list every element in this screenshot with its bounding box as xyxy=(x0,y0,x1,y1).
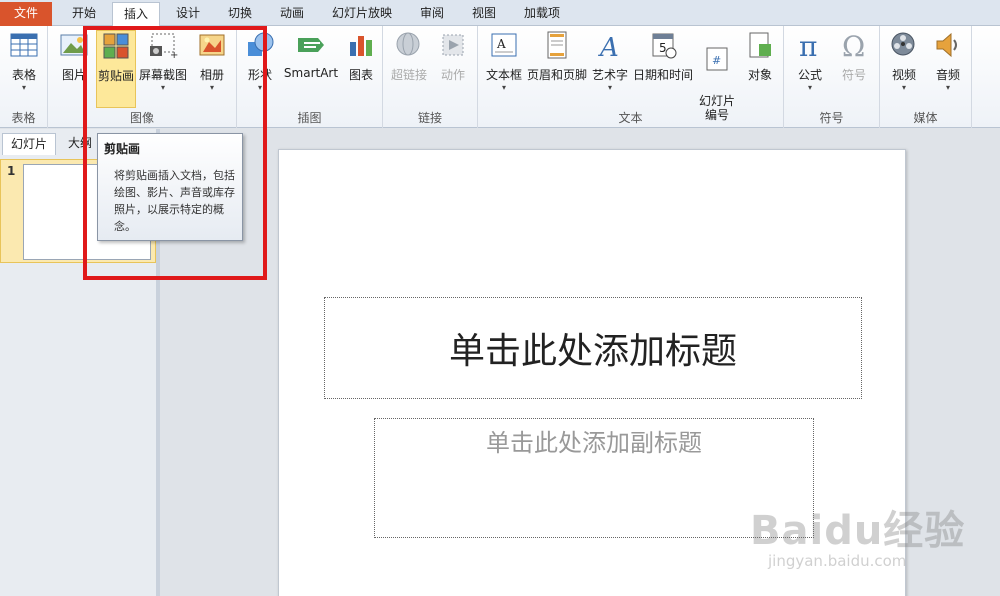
symbol-button[interactable]: Ω 符号 xyxy=(834,30,874,83)
textbox-icon: A xyxy=(491,33,517,57)
smartart-button[interactable]: SmartArt xyxy=(281,30,341,80)
equation-button[interactable]: π 公式 ▾ xyxy=(790,30,830,93)
header-footer-label: 页眉和页脚 xyxy=(526,68,587,82)
datetime-button[interactable]: 5 日期和时间 xyxy=(632,30,694,83)
wordart-label: 艺术字 xyxy=(591,68,628,82)
tab-slides[interactable]: 幻灯片 xyxy=(2,133,57,155)
chart-button[interactable]: 图表 xyxy=(343,30,379,83)
group-links: 超链接 动作 链接 xyxy=(383,26,478,128)
red-highlight-box xyxy=(83,26,267,280)
object-label: 对象 xyxy=(747,68,772,82)
svg-text:#: # xyxy=(712,54,721,67)
watermark-url: jingyan.baidu.com xyxy=(768,552,907,570)
speaker-icon xyxy=(936,32,957,58)
hyperlink-button[interactable]: 超链接 xyxy=(389,30,429,83)
action-button[interactable]: 动作 xyxy=(433,30,473,83)
svg-text:Ω: Ω xyxy=(842,30,865,60)
object-icon xyxy=(749,32,771,58)
chevron-down-icon: ▾ xyxy=(607,83,612,92)
header-footer-button[interactable]: 页眉和页脚 xyxy=(526,30,588,83)
chevron-down-icon: ▾ xyxy=(901,83,906,92)
video-label: 视频 xyxy=(891,68,916,82)
smartart-label: SmartArt xyxy=(283,66,339,80)
ribbon-tab-bar: 文件 开始 插入 设计 切换 动画 幻灯片放映 审阅 视图 加载项 xyxy=(0,0,1000,27)
tab-view[interactable]: 视图 xyxy=(462,2,506,26)
globe-link-icon xyxy=(396,32,420,56)
audio-label: 音频 xyxy=(935,68,960,82)
film-reel-icon xyxy=(891,32,915,56)
datetime-label: 日期和时间 xyxy=(632,68,693,82)
tab-animations[interactable]: 动画 xyxy=(270,2,314,26)
tab-design[interactable]: 设计 xyxy=(166,2,210,26)
object-button[interactable]: 对象 xyxy=(740,30,780,83)
calendar-icon: 5 xyxy=(652,33,677,59)
group-label-links: 链接 xyxy=(417,111,442,125)
action-icon xyxy=(442,34,464,56)
tab-slideshow[interactable]: 幻灯片放映 xyxy=(322,2,402,26)
svg-text:A: A xyxy=(496,37,506,51)
wordart-button[interactable]: A 艺术字 ▾ xyxy=(590,30,630,93)
group-symbols: π 公式 ▾ Ω 符号 符号 xyxy=(784,26,880,128)
audio-button[interactable]: 音频 ▾ xyxy=(928,30,968,93)
textbox-label: 文本框 xyxy=(485,68,522,82)
table-button[interactable]: 表格 ▾ xyxy=(4,30,44,93)
svg-text:5: 5 xyxy=(659,41,667,55)
tab-transitions[interactable]: 切换 xyxy=(218,2,262,26)
title-placeholder[interactable]: 单击此处添加标题 xyxy=(324,297,862,399)
chart-label: 图表 xyxy=(348,68,373,82)
textbox-button[interactable]: A 文本框 ▾ xyxy=(484,30,524,93)
chevron-down-icon: ▾ xyxy=(21,83,26,92)
omega-icon: Ω xyxy=(842,30,865,60)
wordart-icon: A xyxy=(598,33,619,60)
tab-file[interactable]: 文件 xyxy=(0,2,52,26)
bar-chart-icon xyxy=(350,36,372,56)
smartart-icon xyxy=(298,38,324,52)
group-tables: 表格 ▾ 表格 xyxy=(0,26,48,128)
header-footer-icon xyxy=(547,31,567,59)
hyperlink-label: 超链接 xyxy=(390,68,427,82)
group-label-tables: 表格 xyxy=(11,111,36,125)
symbol-label: 符号 xyxy=(841,68,866,82)
tab-insert[interactable]: 插入 xyxy=(112,2,160,27)
svg-text:A: A xyxy=(598,33,619,60)
equation-label: 公式 xyxy=(797,68,822,82)
tab-home[interactable]: 开始 xyxy=(62,2,106,26)
tab-addins[interactable]: 加载项 xyxy=(514,2,570,26)
svg-text:π: π xyxy=(799,30,817,60)
table-icon xyxy=(10,33,38,57)
slide-number-icon: # xyxy=(706,47,728,71)
chevron-down-icon: ▾ xyxy=(945,83,950,92)
group-label-symbols: 符号 xyxy=(819,111,844,125)
watermark-brand: Baidu经验 xyxy=(750,508,966,554)
group-text: A 文本框 ▾ 页眉和页脚 A 艺术字 ▾ 5 日期和时间 # 幻灯片 编号 对… xyxy=(478,26,784,128)
tab-review[interactable]: 审阅 xyxy=(410,2,454,26)
group-label-text: 文本 xyxy=(618,111,643,125)
chevron-down-icon: ▾ xyxy=(501,83,506,92)
chevron-down-icon: ▾ xyxy=(807,83,812,92)
group-label-media: 媒体 xyxy=(913,111,938,125)
group-media: 视频 ▾ 音频 ▾ 媒体 xyxy=(880,26,972,128)
video-button[interactable]: 视频 ▾ xyxy=(884,30,924,93)
pi-icon: π xyxy=(799,30,817,60)
baidu-watermark: Baidu经验 jingyan.baidu.com xyxy=(740,492,990,582)
table-label: 表格 xyxy=(11,68,36,82)
slide-thumbnail-number: 1 xyxy=(7,164,16,178)
action-label: 动作 xyxy=(440,68,465,82)
